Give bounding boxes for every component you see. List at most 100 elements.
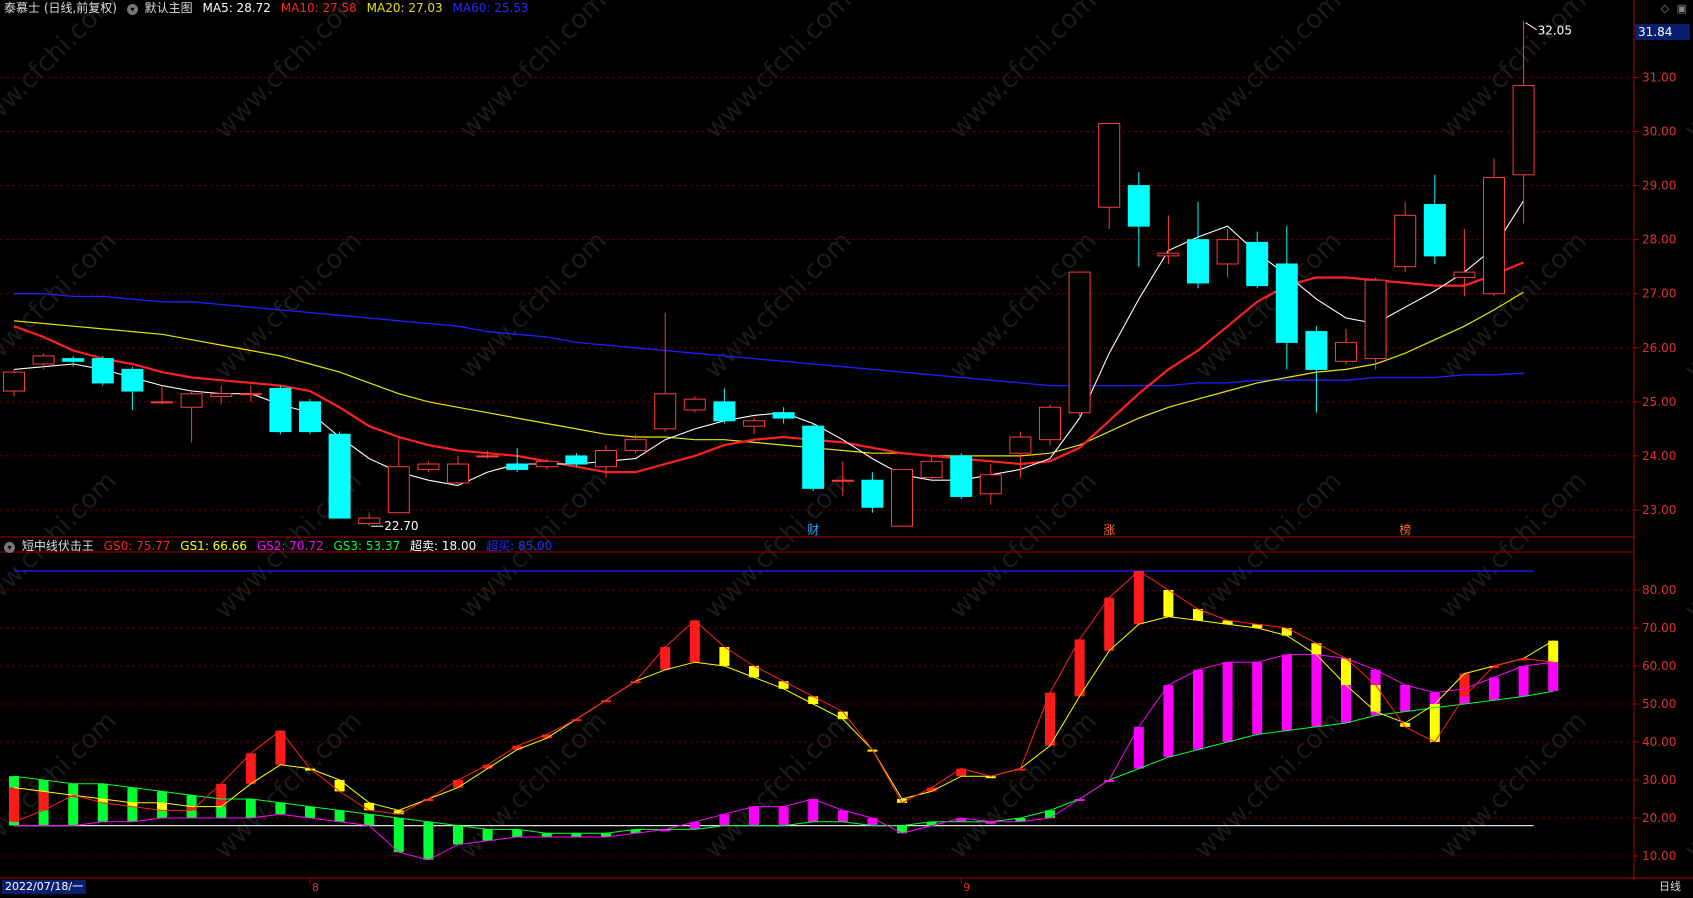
gs-lower-bar	[1489, 677, 1499, 701]
watermark-text: www.cfchi.com	[1434, 466, 1593, 625]
candle-body	[476, 455, 499, 458]
candle-body	[1039, 406, 1061, 441]
watermark-text: www.cfchi.com	[944, 706, 1103, 865]
candle-body	[1305, 331, 1328, 370]
gs-lower-bar	[275, 802, 286, 815]
candle-body	[1364, 279, 1387, 360]
chaomai2-value: 超买: 85.00	[486, 539, 553, 553]
candle-body	[950, 455, 973, 497]
chevron-down-icon[interactable]: ▾	[4, 542, 15, 553]
price-tick-label: 25.00	[1642, 395, 1676, 409]
sub-tick-label: 40.00	[1642, 735, 1676, 749]
watermark-text: www.cfchi.com	[454, 0, 613, 145]
candle-body	[1483, 176, 1505, 295]
watermark-text: www.cfchi.com	[209, 0, 368, 145]
gs2-value: GS2: 70.72	[256, 539, 324, 553]
watermark-text: www.cfchi.com	[1189, 466, 1348, 625]
candle-body	[447, 463, 469, 484]
price-tick-label: 23.00	[1642, 503, 1676, 517]
candle-body	[595, 450, 617, 468]
gs-lower-bar	[837, 810, 848, 822]
candle-body	[979, 474, 1002, 495]
gs0-value: GS0: 75.77	[103, 539, 171, 553]
diamond-icon[interactable]: ◇	[1661, 2, 1669, 15]
candle-body	[210, 393, 233, 397]
price-tick-label: 29.00	[1642, 179, 1676, 193]
event-marker: 涨	[1103, 522, 1115, 537]
main-chart-label[interactable]: 默认主图	[145, 1, 193, 15]
candle-body	[565, 455, 588, 465]
candle-body	[1246, 241, 1269, 287]
candle-body	[861, 479, 884, 508]
high-price-label: 32.05	[1538, 24, 1572, 38]
gs-lower-bar	[1518, 666, 1529, 697]
candle-body	[180, 393, 203, 408]
gs-lower-bar	[808, 799, 819, 822]
candle-body	[772, 412, 795, 419]
sub-tick-label: 20.00	[1642, 811, 1676, 825]
stock-title[interactable]: 泰慕士 (日线,前复权)	[4, 1, 117, 15]
chaomai-value: 超卖: 18.00	[410, 539, 477, 553]
gs-upper-bar	[1370, 685, 1381, 712]
period-label[interactable]: 日线	[1659, 880, 1681, 894]
gs-lower-bar	[68, 783, 79, 826]
candle-body	[91, 358, 114, 384]
gs-lower-bar	[749, 806, 759, 826]
candle-body	[328, 433, 351, 519]
price-tick-label: 28.00	[1642, 233, 1676, 247]
watermark-text: www.cfchi.com	[1189, 706, 1348, 865]
gs-lower-bar	[305, 806, 315, 818]
gs-lower-bar	[778, 806, 789, 826]
candle-body	[1512, 85, 1535, 176]
gs-upper-bar	[38, 791, 49, 811]
month-tick-label: 8	[312, 881, 319, 894]
candle-body	[3, 371, 25, 392]
ma20-value: MA20: 27.03	[366, 1, 443, 15]
gs-upper-bar	[1104, 597, 1115, 651]
gs-lower-bar	[334, 810, 345, 822]
gs-upper-bar	[334, 780, 345, 792]
chevron-down-icon[interactable]: ▾	[126, 4, 138, 15]
candle-body	[891, 468, 913, 527]
candle-body	[269, 387, 292, 433]
watermark-text: www.cfchi.com	[454, 706, 613, 865]
candle-body	[683, 398, 706, 411]
candle-body	[713, 401, 736, 422]
indicator-name[interactable]: 短中线伏击王	[22, 539, 94, 553]
gs-upper-bar	[9, 787, 19, 822]
candle-body	[831, 479, 854, 482]
watermark-text: www.cfchi.com	[454, 226, 613, 385]
candle-body	[1423, 204, 1446, 257]
candle-body	[1127, 185, 1150, 227]
price-tick-label: 27.00	[1642, 287, 1676, 301]
sub-tick-label: 80.00	[1642, 583, 1676, 597]
candle-body	[417, 463, 440, 470]
candle-body	[239, 393, 262, 396]
watermark-text: www.cfchi.com	[699, 0, 858, 145]
candle-body	[624, 439, 647, 451]
sub-tick-label: 10.00	[1642, 849, 1676, 863]
candle-body	[1275, 263, 1298, 343]
main-chart-header: 泰慕士 (日线,前复权) ▾ 默认主图 MA5: 28.72 MA10: 27.…	[4, 0, 535, 16]
gs-lower-bar	[1222, 662, 1233, 742]
gs-lower-bar	[423, 821, 434, 860]
sub-tick-label: 50.00	[1642, 697, 1676, 711]
candle-body	[387, 466, 410, 514]
gs-lower-bar	[1252, 662, 1263, 735]
watermark-text: www.cfchi.com	[1679, 466, 1693, 625]
sub-tick-label: 70.00	[1642, 621, 1676, 635]
gs-upper-bar	[689, 620, 700, 663]
watermark-text: www.cfchi.com	[1189, 0, 1348, 145]
ma5-value: MA5: 28.72	[202, 1, 271, 15]
sub-chart-header: ▾ 短中线伏击王 GS0: 75.77 GS1: 66.66 GS2: 70.7…	[4, 538, 558, 554]
candle-body	[1394, 214, 1417, 268]
candle-body	[358, 517, 381, 524]
restore-icon[interactable]: ▣	[1677, 2, 1687, 15]
chart-canvas[interactable]: www.cfchi.com www.cfchi.com www.cfchi.com w…	[0, 0, 1693, 895]
watermark-text: www.cfchi.com	[0, 0, 123, 145]
candle-body	[1098, 122, 1121, 208]
candle-body	[1453, 271, 1476, 278]
candle-body	[802, 425, 825, 489]
gs-lower-bar	[1281, 654, 1292, 731]
gs-upper-bar	[453, 780, 463, 788]
